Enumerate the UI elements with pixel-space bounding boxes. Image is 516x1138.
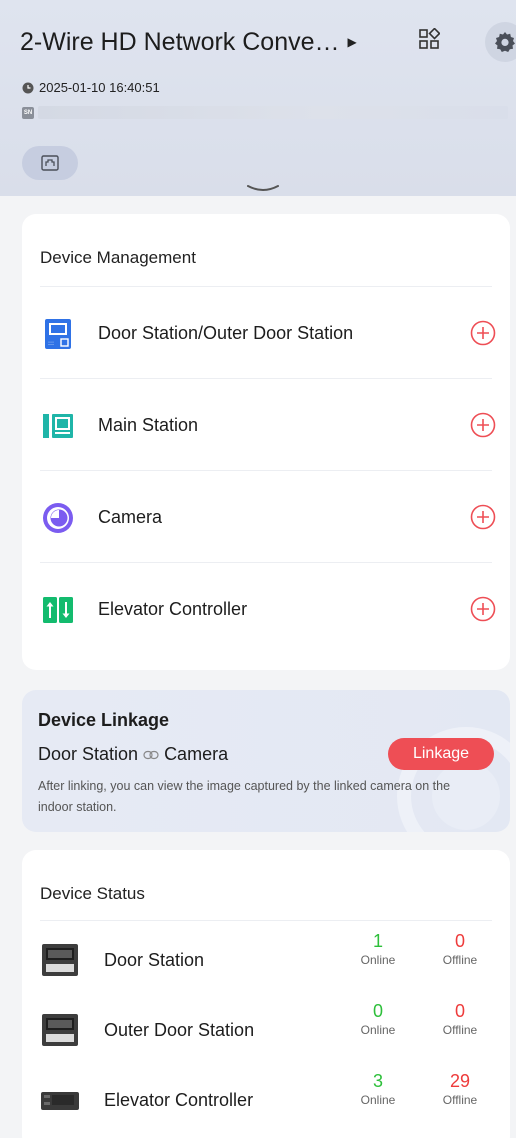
offline-count: 0 Offline <box>430 1000 490 1038</box>
linkage-pair: Door Station Camera <box>38 744 228 765</box>
linkage-description: After linking, you can view the image ca… <box>38 779 451 814</box>
linkage-source: Door Station <box>38 744 139 764</box>
svg-text::::: ::: <box>48 340 54 347</box>
device-title[interactable]: 2-Wire HD Network Conve… <box>20 28 340 57</box>
add-elevator-controller-button[interactable] <box>470 596 496 622</box>
title-expand-icon[interactable]: ▶ <box>348 35 357 49</box>
add-door-station-button[interactable] <box>470 320 496 346</box>
divider <box>40 562 492 563</box>
offline-value: 29 <box>449 1071 471 1091</box>
device-management-card: Device Management ::: Door Station/Outer… <box>22 214 510 670</box>
device-row-elevator-controller[interactable]: Elevator Controller <box>22 564 510 656</box>
device-label: Elevator Controller <box>98 599 248 619</box>
door-station-icon: ::: <box>45 319 71 349</box>
status-device-label: Door Station <box>104 950 205 970</box>
collapse-handle-icon[interactable] <box>246 184 280 194</box>
serial-number-row: SN <box>22 106 508 119</box>
online-value: 1 <box>372 931 383 951</box>
offline-value: 0 <box>454 931 465 951</box>
sn-badge: SN <box>22 106 34 119</box>
timestamp-row: 2025-01-10 16:40:51 <box>22 80 160 95</box>
online-caption: Online <box>360 953 396 967</box>
status-row-door-station[interactable]: Door Station 1 Online 0 Offline <box>22 924 510 994</box>
add-main-station-button[interactable] <box>470 412 496 438</box>
device-label: Camera <box>98 507 163 527</box>
online-value: 0 <box>372 1001 383 1021</box>
offline-caption: Offline <box>442 1023 478 1037</box>
offline-caption: Offline <box>442 1093 478 1107</box>
network-button[interactable] <box>22 146 78 180</box>
camera-icon <box>43 503 73 533</box>
ethernet-port-icon <box>41 155 59 171</box>
clock-icon <box>22 82 34 93</box>
device-row-door-station[interactable]: ::: Door Station/Outer Door Station <box>22 288 510 380</box>
online-count: 3 Online <box>348 1070 408 1108</box>
qr-code-icon[interactable] <box>418 28 440 50</box>
online-count: 0 Online <box>348 1000 408 1038</box>
divider <box>40 378 492 379</box>
status-device-label: Elevator Controller <box>104 1090 254 1110</box>
device-status-card: Device Status Door Station 1 Online 0 Of… <box>22 850 510 1138</box>
divider <box>40 470 492 471</box>
main-station-icon <box>43 414 73 438</box>
device-linkage-card: Device Linkage Door Station Camera Linka… <box>22 690 510 832</box>
offline-caption: Offline <box>442 953 478 967</box>
device-row-main-station[interactable]: Main Station <box>22 380 510 472</box>
device-label: Main Station <box>98 415 199 435</box>
device-row-camera[interactable]: Camera <box>22 472 510 564</box>
elevator-controller-device-icon <box>41 1092 79 1110</box>
offline-count: 0 Offline <box>430 930 490 968</box>
device-status-title: Device Status <box>40 884 145 903</box>
linkage-target: Camera <box>164 744 229 764</box>
timestamp: 2025-01-10 16:40:51 <box>39 80 160 95</box>
online-caption: Online <box>360 1023 396 1037</box>
online-count: 1 Online <box>348 930 408 968</box>
add-camera-button[interactable] <box>470 504 496 530</box>
status-row-outer-door-station[interactable]: Outer Door Station 0 Online 0 Offline <box>22 994 510 1064</box>
device-header: 2-Wire HD Network Conve… ▶ 2025-01-10 16… <box>0 0 516 196</box>
title-row: 2-Wire HD Network Conve… ▶ <box>20 22 516 62</box>
divider <box>40 286 492 287</box>
gear-icon <box>495 32 515 52</box>
online-value: 3 <box>372 1071 383 1091</box>
settings-button[interactable] <box>485 22 516 62</box>
door-station-device-icon <box>42 944 78 976</box>
device-management-title: Device Management <box>40 248 196 267</box>
offline-value: 0 <box>454 1001 465 1021</box>
offline-count: 29 Offline <box>430 1070 490 1108</box>
divider <box>40 920 492 921</box>
linkage-button[interactable]: Linkage <box>388 738 494 770</box>
outer-door-station-device-icon <box>42 1014 78 1046</box>
status-device-label: Outer Door Station <box>104 1020 255 1040</box>
device-label: Door Station/Outer Door Station <box>98 323 354 343</box>
online-caption: Online <box>360 1093 396 1107</box>
serial-number-redacted <box>38 106 508 119</box>
device-linkage-title: Device Linkage <box>38 710 170 730</box>
link-icon <box>143 750 159 759</box>
elevator-controller-icon <box>43 597 73 623</box>
status-row-elevator-controller[interactable]: Elevator Controller 3 Online 29 Offline <box>22 1064 510 1134</box>
